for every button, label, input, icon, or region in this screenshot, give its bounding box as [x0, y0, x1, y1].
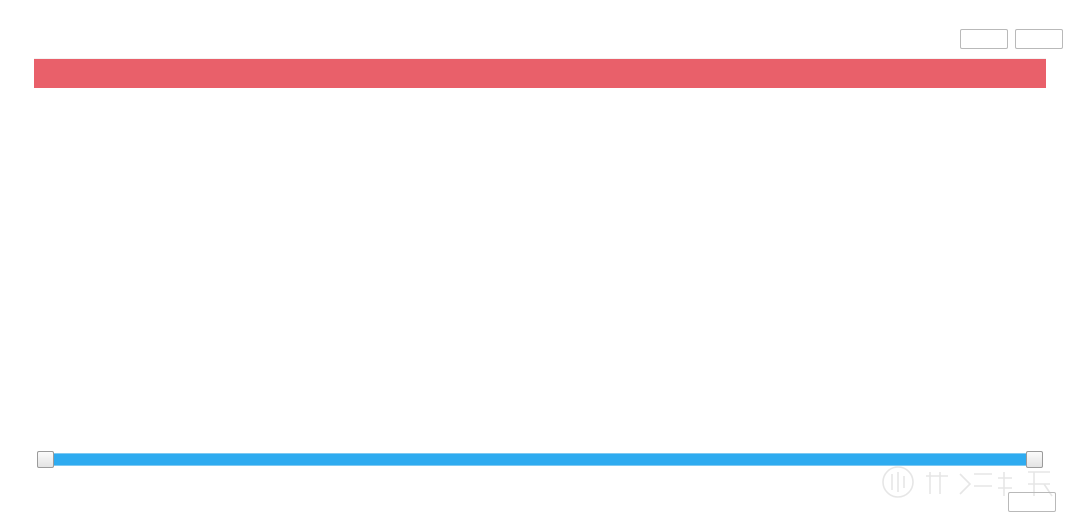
chart-range-slider-handle-left[interactable]: [37, 451, 54, 468]
metrics-summary: [0, 0, 1080, 18]
metrics-row-secondary: [0, 10, 1080, 18]
metrics-row-primary: [0, 0, 1080, 10]
fps-chart-canvas[interactable]: [0, 92, 1080, 328]
fps-section-header: [0, 26, 1080, 52]
chart-range-slider-handle-right[interactable]: [1026, 451, 1043, 468]
chart-range-slider[interactable]: [37, 451, 1043, 469]
fps-chart[interactable]: [0, 92, 1080, 328]
fps-threshold-high-input[interactable]: [1015, 29, 1063, 49]
frame-time-threshold-input[interactable]: [1008, 492, 1056, 512]
fps-threshold-low-input[interactable]: [960, 29, 1008, 49]
frame-time-threshold-controls: [1001, 492, 1070, 512]
fps-threshold-controls: [953, 29, 1070, 49]
frame-time-section-header: [0, 490, 1080, 514]
chart-range-slider-track[interactable]: [38, 453, 1042, 466]
chart-range-banner[interactable]: [34, 58, 1046, 88]
